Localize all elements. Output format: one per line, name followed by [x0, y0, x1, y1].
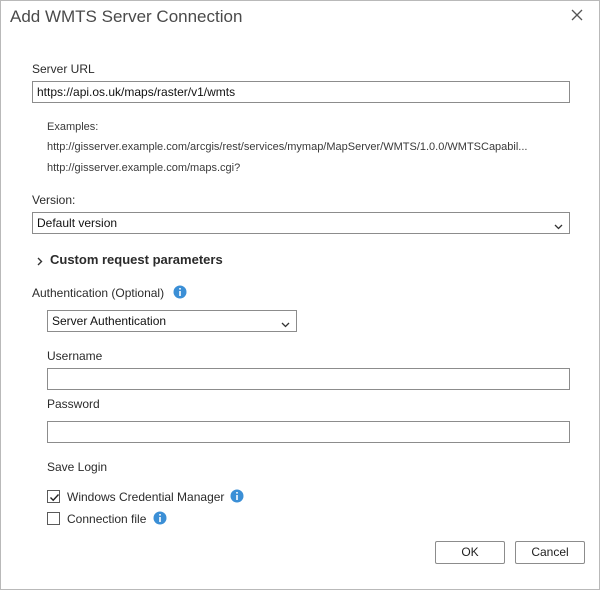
- version-select-value: Default version: [37, 216, 118, 230]
- cancel-button[interactable]: Cancel: [515, 541, 585, 564]
- chevron-right-icon: [35, 254, 44, 266]
- info-icon[interactable]: [230, 489, 244, 503]
- windows-credential-checkbox[interactable]: [47, 490, 60, 503]
- connection-file-checkbox[interactable]: [47, 512, 60, 525]
- examples-label: Examples:: [47, 121, 99, 133]
- password-input[interactable]: [47, 421, 570, 443]
- close-icon[interactable]: [568, 6, 586, 24]
- authentication-label: Authentication (Optional): [32, 286, 165, 300]
- custom-params-label: Custom request parameters: [50, 252, 223, 267]
- save-login-label: Save Login: [47, 460, 108, 474]
- server-url-label: Server URL: [32, 62, 95, 76]
- example-url-1: http://gisserver.example.com/arcgis/rest…: [47, 141, 528, 153]
- authentication-type-value: Server Authentication: [52, 314, 167, 328]
- info-icon[interactable]: [153, 511, 167, 525]
- server-url-input[interactable]: https://api.os.uk/maps/raster/v1/wmts: [32, 81, 570, 103]
- password-label: Password: [47, 397, 100, 411]
- username-input[interactable]: [47, 368, 570, 390]
- version-select[interactable]: Default version: [32, 212, 570, 234]
- ok-button[interactable]: OK: [435, 541, 505, 564]
- chevron-down-icon: [280, 316, 291, 328]
- username-label: Username: [47, 349, 103, 363]
- connection-file-label[interactable]: Connection file: [67, 512, 146, 526]
- version-label: Version:: [32, 193, 76, 207]
- info-icon[interactable]: [173, 285, 187, 299]
- authentication-type-select[interactable]: Server Authentication: [47, 310, 297, 332]
- chevron-down-icon: [553, 218, 564, 230]
- windows-credential-label[interactable]: Windows Credential Manager: [67, 490, 224, 504]
- add-wmts-dialog: Add WMTS Server Connection Server URL ht…: [0, 0, 600, 590]
- dialog-title: Add WMTS Server Connection: [10, 7, 243, 26]
- example-url-2: http://gisserver.example.com/maps.cgi?: [47, 162, 241, 174]
